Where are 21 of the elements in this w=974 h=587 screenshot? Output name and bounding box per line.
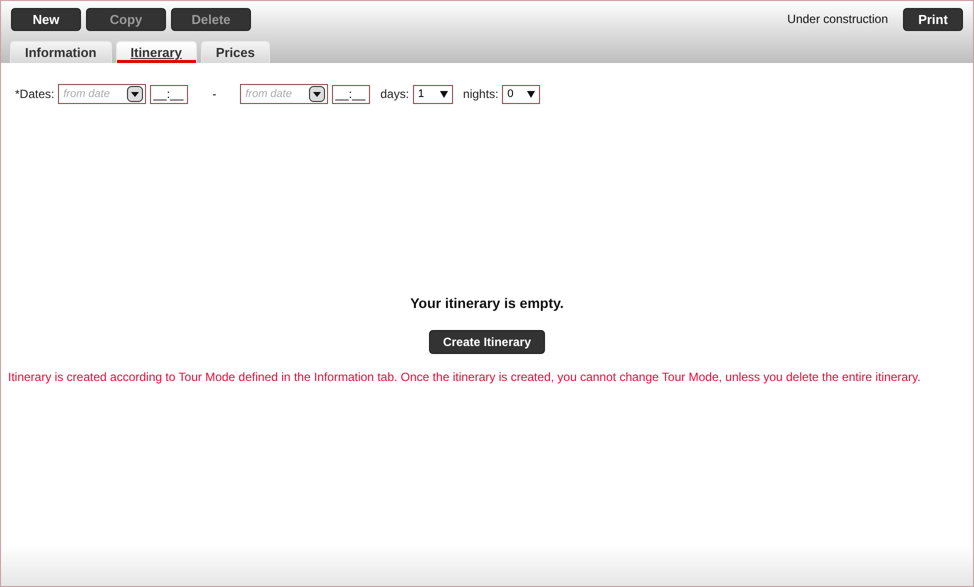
time-field[interactable]: __:__ <box>332 84 370 104</box>
notice-text: Itinerary is created according to Tour Mode defined in the Information tab. Once the itinerary is created, you cannot change Tour Mode, unless you delete the entire itinerary. <box>8 370 922 384</box>
print-button[interactable]: Print <box>903 8 963 30</box>
caret-icon <box>440 90 448 98</box>
time-field[interactable]: __:__ <box>150 84 188 104</box>
days-label: days: <box>380 87 410 101</box>
nights-select[interactable]: 0 <box>502 84 540 104</box>
status-text: Under construction <box>787 12 888 26</box>
toolbar-button[interactable]: New <box>11 8 81 30</box>
tab[interactable]: Itinerary <box>116 41 197 63</box>
nights-label: nights: <box>463 87 498 101</box>
caret-icon <box>527 90 536 98</box>
tab[interactable]: Information <box>10 41 112 63</box>
date-separator: - <box>211 87 218 101</box>
days-select[interactable]: 1 <box>413 84 454 104</box>
dates-label: *Dates: <box>15 87 54 101</box>
dropdown-icon[interactable] <box>309 86 326 102</box>
dropdown-icon[interactable] <box>127 86 144 102</box>
tab[interactable]: Prices <box>200 41 270 63</box>
empty-message: Your itinerary is empty. <box>410 295 564 311</box>
create-itinerary-button[interactable]: Create Itinerary <box>429 330 545 354</box>
